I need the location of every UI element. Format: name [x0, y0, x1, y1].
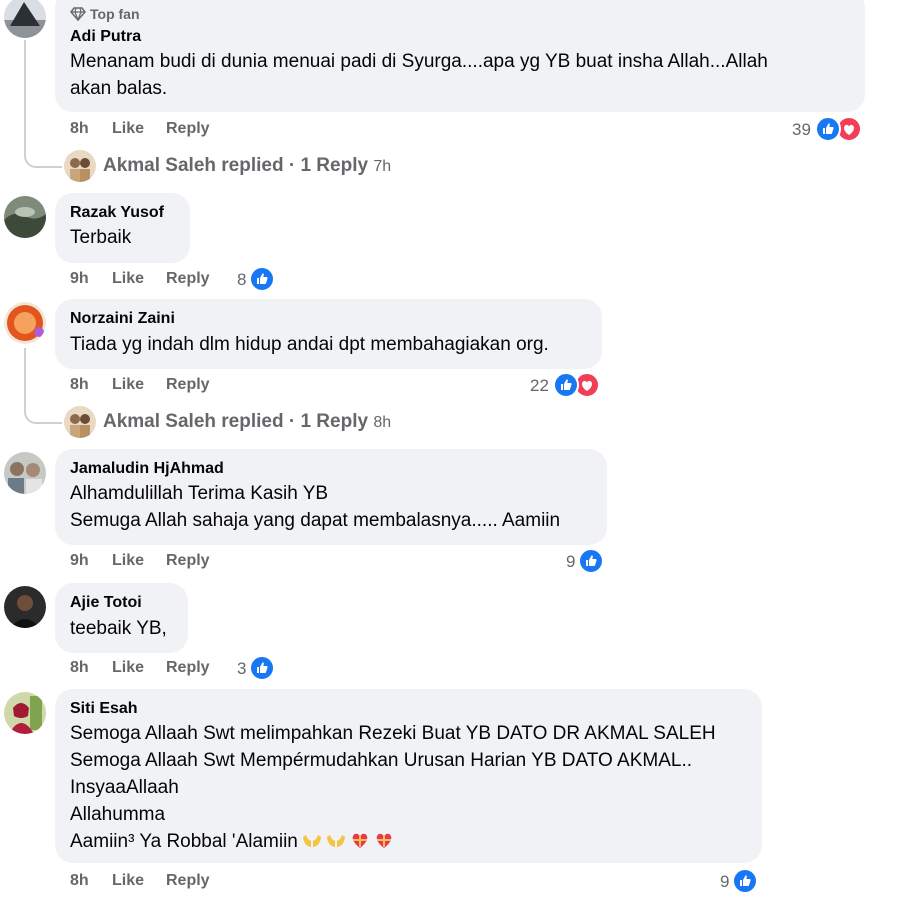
comment-text-line: Semoga Allaah Swt Mempérmudahkan Urusan … [70, 750, 693, 771]
reaction-count[interactable]: 9 [720, 872, 729, 892]
like-button[interactable]: Like [112, 872, 144, 890]
reply-button[interactable]: Reply [166, 270, 210, 288]
like-icon[interactable] [249, 266, 275, 292]
reaction-count[interactable]: 3 [237, 659, 246, 679]
reply-button[interactable]: Reply [166, 552, 210, 570]
comment-author[interactable]: Norzaini Zaini [70, 310, 175, 328]
comment-text-line: Alhamdulillah Terima Kasih YB [70, 483, 329, 504]
top-fan-badge: Top fan [70, 6, 140, 24]
comment-text-line: Terbaik [70, 227, 132, 248]
like-button[interactable]: Like [112, 552, 144, 570]
avatar[interactable] [4, 196, 46, 238]
like-icon[interactable] [732, 868, 758, 894]
comment-author[interactable]: Ajie Totoi [70, 594, 142, 612]
comment-text-line: Tiada yg indah dlm hidup andai dpt memba… [70, 334, 549, 355]
replier-avatar[interactable] [64, 406, 96, 438]
replier-name: Akmal Saleh [103, 155, 216, 176]
comment-text-line: Semuga Allah sahaja yang dapat membalasn… [70, 510, 561, 531]
heart-gift-emoji [374, 830, 394, 848]
replies-summary: replied · 1 Reply [221, 411, 369, 432]
thread-connector [24, 406, 62, 424]
like-button[interactable]: Like [112, 120, 144, 138]
comment-text-line: InsyaaAllaah [70, 777, 179, 798]
thread-line [24, 348, 26, 408]
like-button[interactable]: Like [112, 270, 144, 288]
avatar[interactable] [4, 302, 46, 344]
comment-time[interactable]: 8h [70, 376, 89, 394]
reaction-count[interactable]: 9 [566, 552, 575, 572]
comment-time[interactable]: 8h [70, 659, 89, 677]
reply-button[interactable]: Reply [166, 659, 210, 677]
comment-time[interactable]: 9h [70, 270, 89, 288]
thread-line [24, 40, 26, 152]
reaction-count[interactable]: 8 [237, 270, 246, 290]
thread-connector [24, 150, 62, 168]
like-button[interactable]: Like [112, 659, 144, 677]
like-button[interactable]: Like [112, 376, 144, 394]
comment-text-line: teebaik YB, [70, 618, 167, 639]
comment-author[interactable]: Adi Putra [70, 28, 141, 46]
palms-up-emoji [302, 830, 322, 848]
like-icon[interactable] [553, 372, 579, 398]
palms-up-emoji [326, 830, 346, 848]
reply-time: 7h [373, 158, 392, 175]
comment-text-line: Semoga Allaah Swt melimpahkan Rezeki Bua… [70, 723, 716, 744]
like-icon[interactable] [578, 548, 604, 574]
comment-time[interactable]: 8h [70, 872, 89, 890]
comment-author[interactable]: Jamaludin HjAhmad [70, 460, 224, 478]
diamond-icon [70, 7, 86, 24]
reaction-count[interactable]: 22 [530, 376, 549, 396]
comment-author[interactable]: Siti Esah [70, 700, 138, 718]
top-fan-label: Top fan [90, 6, 140, 22]
comment-time[interactable]: 9h [70, 552, 89, 570]
reply-button[interactable]: Reply [166, 872, 210, 890]
avatar[interactable] [4, 586, 46, 628]
reply-time: 8h [373, 414, 392, 431]
heart-gift-emoji [350, 830, 370, 848]
avatar[interactable] [4, 0, 46, 38]
reaction-count[interactable]: 39 [792, 120, 811, 140]
view-replies-link[interactable]: Akmal Saleh replied · 1 Reply 8h [103, 411, 391, 433]
avatar[interactable] [4, 452, 46, 494]
replier-name: Akmal Saleh [103, 411, 216, 432]
like-icon[interactable] [249, 655, 275, 681]
like-icon[interactable] [815, 116, 841, 142]
comment-time[interactable]: 8h [70, 120, 89, 138]
view-replies-link[interactable]: Akmal Saleh replied · 1 Reply 7h [103, 155, 391, 177]
reply-button[interactable]: Reply [166, 376, 210, 394]
reply-button[interactable]: Reply [166, 120, 210, 138]
comment-text-line: Allahumma [70, 804, 166, 825]
avatar[interactable] [4, 692, 46, 734]
replier-avatar[interactable] [64, 150, 96, 182]
comment-text-line: Aamiin³ Ya Robbal 'Alamiin [70, 828, 394, 855]
comment-author[interactable]: Razak Yusof [70, 204, 164, 222]
replies-summary: replied · 1 Reply [221, 155, 369, 176]
comment-text-line: Menanam budi di dunia menuai padi di Syu… [70, 51, 768, 72]
comment-text-line: akan balas. [70, 78, 168, 99]
comment-text-span: Aamiin³ Ya Robbal 'Alamiin [70, 831, 298, 852]
